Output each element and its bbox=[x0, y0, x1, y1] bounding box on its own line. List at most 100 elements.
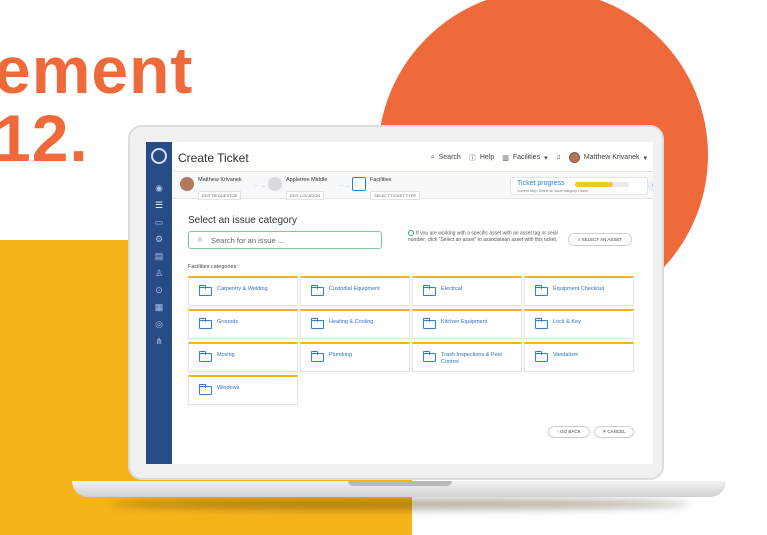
category-card[interactable]: Lock & Key bbox=[524, 309, 634, 339]
category-label: Heating & Cooling bbox=[329, 319, 374, 325]
org-chart-icon[interactable]: ⋔ bbox=[152, 335, 166, 347]
ticket-steps: Matthew Krivanek EDIT REQUESTOR ···→ App… bbox=[172, 173, 653, 202]
folder-icon bbox=[199, 318, 212, 329]
laptop-shadow bbox=[110, 498, 690, 510]
category-label: Carpentry & Welding bbox=[217, 286, 268, 292]
folder-icon bbox=[535, 351, 548, 362]
headline-line-1: ement bbox=[0, 33, 194, 107]
category-card[interactable]: Plumbing bbox=[300, 342, 410, 372]
edit-requestor-button[interactable]: EDIT REQUESTOR bbox=[198, 191, 242, 200]
category-label: Electrcal bbox=[441, 286, 463, 292]
bell-icon[interactable]: ♫ bbox=[556, 154, 561, 161]
category-card[interactable]: Moving bbox=[188, 342, 298, 372]
search-link[interactable]: Search bbox=[439, 154, 461, 161]
chart-icon[interactable]: ▦ bbox=[152, 301, 166, 313]
category-card[interactable]: Electrcal bbox=[412, 276, 522, 306]
category-label: Trash Inspections & Pest Control bbox=[441, 352, 502, 365]
step-arrow-icon: ···→ bbox=[338, 183, 350, 189]
page-title: Create Ticket bbox=[178, 151, 249, 165]
edit-location-button[interactable]: EDIT LOCATION bbox=[286, 191, 325, 200]
select-asset-label: SELECT AN ASSET bbox=[581, 237, 623, 242]
folder-icon bbox=[199, 384, 212, 395]
category-label: Lock & Key bbox=[553, 319, 581, 325]
dashboard-icon[interactable]: ◉ bbox=[152, 182, 166, 194]
requestor-avatar bbox=[180, 177, 194, 191]
category-card[interactable]: Trash Inspections & Pest Control bbox=[412, 342, 522, 372]
progress-bar-fill bbox=[575, 182, 613, 187]
categories-label: Facilities categories: bbox=[188, 264, 238, 270]
org-chart-icon: ⋔ bbox=[197, 237, 203, 244]
list-icon[interactable]: ☰ bbox=[152, 199, 166, 211]
avatar[interactable] bbox=[568, 152, 580, 163]
user-menu[interactable]: Matthew Krivanek bbox=[584, 154, 640, 161]
monitor-icon[interactable]: ▭ bbox=[152, 216, 166, 228]
sidebar: ◉ ☰ ▭ ⚙ ▤ ♙ ⊙ ▦ ◎ ⋔ bbox=[146, 142, 172, 464]
step-location: Appletree Middle EDIT LOCATION bbox=[268, 177, 327, 202]
search-placeholder: Search for an issue ... bbox=[211, 236, 284, 245]
category-card[interactable]: Equipment Checkout bbox=[524, 276, 634, 306]
category-label: Custodial Equipment bbox=[329, 286, 380, 292]
category-label: Plumbing bbox=[329, 352, 352, 358]
category-label: Vandalism bbox=[553, 352, 579, 358]
step-title: Facilities bbox=[370, 177, 392, 183]
chevron-down-icon[interactable]: ▾ bbox=[643, 154, 647, 162]
calendar-icon[interactable]: ▤ bbox=[152, 250, 166, 262]
user-icon[interactable]: ♙ bbox=[152, 267, 166, 279]
top-bar-actions: ⌕ Search ⓘ Help ▥ Facilities ▾ ♫ Matthew… bbox=[431, 152, 647, 163]
category-card[interactable]: Grounds bbox=[188, 309, 298, 339]
folder-icon bbox=[311, 351, 324, 362]
folder-icon bbox=[423, 285, 436, 296]
info-icon bbox=[408, 230, 414, 236]
current-step-text: Current Step: Select an issue category /… bbox=[517, 189, 589, 193]
laptop-notch bbox=[348, 481, 452, 486]
ticket-progress: Ticket progress Current Step: Select an … bbox=[510, 177, 653, 195]
folder-icon bbox=[535, 285, 548, 296]
folder-icon bbox=[199, 351, 212, 362]
category-card[interactable]: Custodial Equipment bbox=[300, 276, 410, 306]
search-icon[interactable]: ⌕ bbox=[431, 154, 435, 162]
ticket-progress-label: Ticket progress bbox=[517, 180, 565, 187]
cancel-label: CANCEL bbox=[607, 429, 626, 434]
category-card[interactable]: Windows bbox=[188, 375, 298, 405]
category-card[interactable]: Vandalism bbox=[524, 342, 634, 372]
cancel-button[interactable]: ✕ CANCEL bbox=[594, 426, 634, 438]
chevron-left-icon[interactable]: ‹ bbox=[648, 181, 653, 191]
step-requestor: Matthew Krivanek EDIT REQUESTOR bbox=[180, 177, 242, 202]
step-ticket-type: Facilities SELECT TICKET TYPE bbox=[352, 177, 421, 202]
category-label: Moving bbox=[217, 352, 235, 358]
step-title: Matthew Krivanek bbox=[198, 177, 242, 183]
asset-info: If you are working with a specific asset… bbox=[408, 230, 568, 243]
folder-icon bbox=[423, 318, 436, 329]
facilities-dropdown[interactable]: Facilities bbox=[513, 154, 540, 161]
folder-icon bbox=[311, 318, 324, 329]
folder-icon bbox=[423, 351, 436, 362]
category-card[interactable]: Carpentry & Welding bbox=[188, 276, 298, 306]
step-arrow-icon: ···→ bbox=[254, 183, 266, 189]
gear-icon[interactable]: ⚙ bbox=[152, 233, 166, 245]
category-card[interactable]: Heating & Cooling bbox=[300, 309, 410, 339]
folder-icon bbox=[199, 285, 212, 296]
chevron-down-icon[interactable]: ▾ bbox=[544, 154, 548, 162]
issue-search-input[interactable]: ⋔ Search for an issue ... bbox=[188, 231, 382, 249]
location-icon[interactable]: ⊙ bbox=[152, 284, 166, 296]
go-back-button[interactable]: ‹ GO BACK bbox=[548, 426, 590, 438]
help-icon[interactable]: ⓘ bbox=[469, 153, 476, 163]
folder-icon bbox=[535, 318, 548, 329]
eye-icon[interactable]: ◎ bbox=[152, 318, 166, 330]
category-label: Kitchen Equipment bbox=[441, 319, 488, 325]
select-ticket-type-button[interactable]: SELECT TICKET TYPE bbox=[370, 191, 421, 200]
step-title: Appletree Middle bbox=[286, 177, 328, 183]
category-label: Grounds bbox=[217, 319, 239, 325]
category-card[interactable]: Kitchen Equipment bbox=[412, 309, 522, 339]
app-screen: ◉ ☰ ▭ ⚙ ▤ ♙ ⊙ ▦ ◎ ⋔ Create Ticket ⌕ Sear… bbox=[146, 142, 653, 464]
app-logo-icon[interactable] bbox=[151, 148, 167, 164]
building-icon[interactable]: ▥ bbox=[502, 154, 509, 162]
select-asset-button[interactable]: ⌕ SELECT AN ASSET bbox=[568, 233, 632, 246]
category-label: Equipment Checkout bbox=[553, 286, 605, 292]
help-link[interactable]: Help bbox=[480, 154, 494, 161]
category-label: Windows bbox=[217, 385, 240, 391]
school-icon bbox=[268, 177, 282, 191]
building-icon bbox=[352, 177, 366, 191]
go-back-label: GO BACK bbox=[560, 429, 581, 434]
folder-icon bbox=[311, 285, 324, 296]
